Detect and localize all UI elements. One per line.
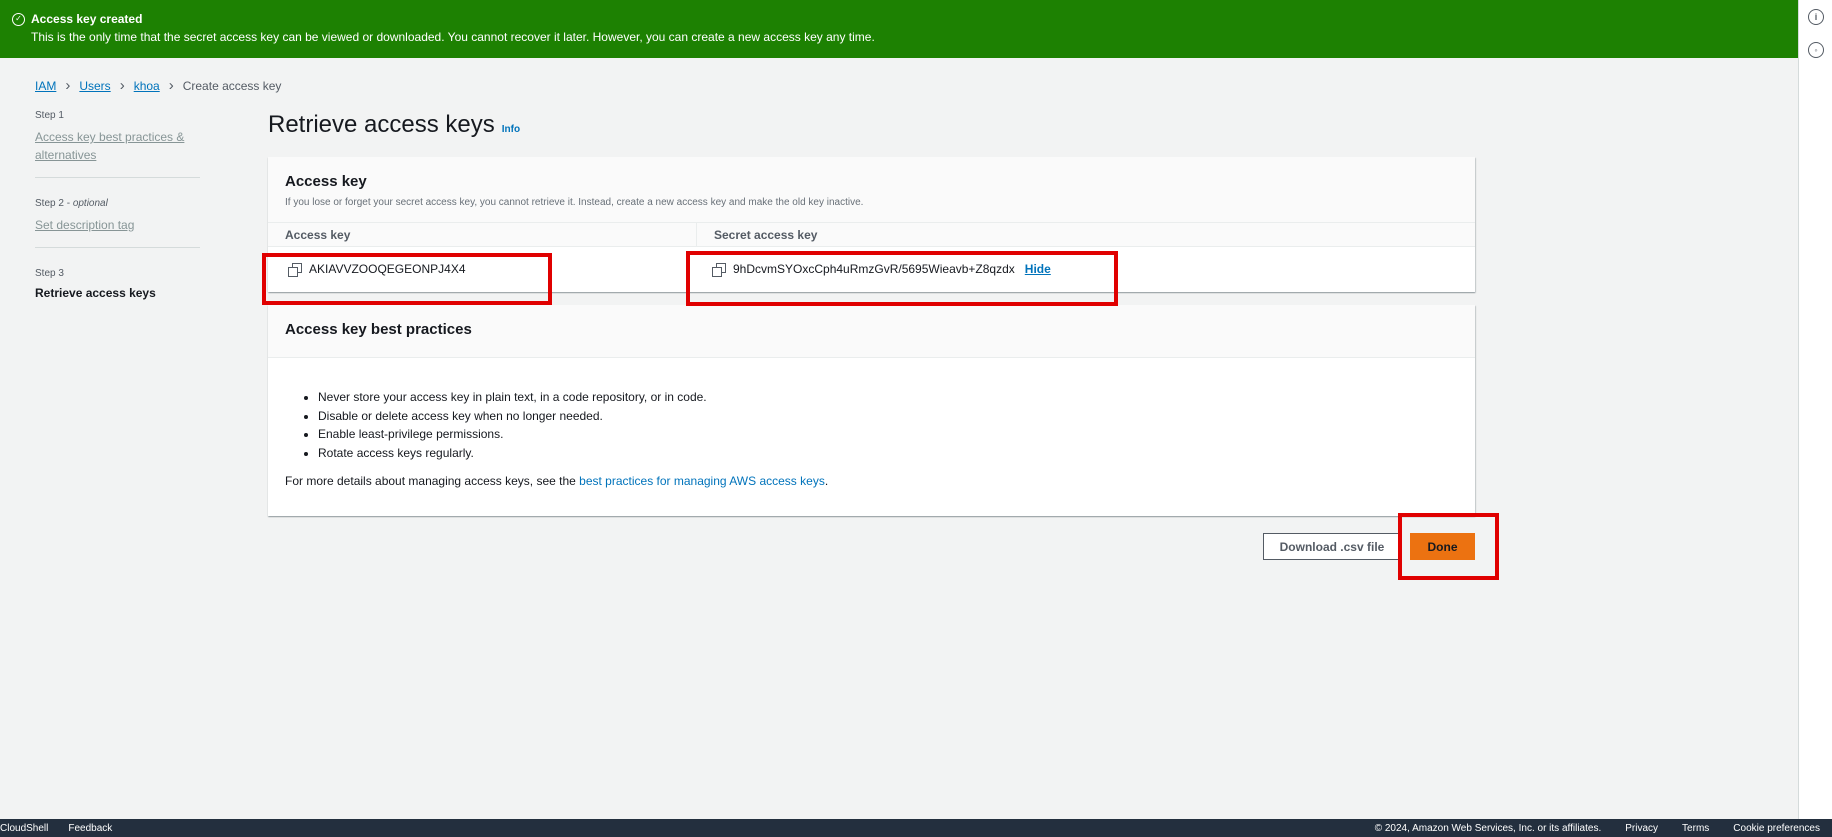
wizard-step-2: Step 2 - optional Set description tag [35, 198, 200, 248]
cookie-preferences-link[interactable]: Cookie preferences [1733, 823, 1820, 834]
wizard-step-1: Step 1 Access key best practices & alter… [35, 110, 200, 178]
step-number: Step 1 [35, 110, 64, 121]
key-table-header: Access key Secret access key [268, 223, 1475, 247]
highlight-access-key [262, 253, 552, 305]
chevron-right-icon: › [168, 77, 174, 94]
step-link-description-tag[interactable]: Set description tag [35, 216, 200, 234]
list-item: Never store your access key in plain tex… [318, 388, 1458, 407]
step-number: Step 3 [35, 268, 64, 279]
highlight-done-button [1398, 513, 1499, 580]
flash-title: Access key created [31, 12, 143, 26]
panel-header: Access key best practices [268, 305, 1475, 358]
wizard-step-3: Step 3 Retrieve access keys [35, 268, 200, 313]
page-title: Retrieve access keys Info [268, 111, 520, 139]
info-icon[interactable]: i [1808, 9, 1824, 25]
panel-description: If you lose or forget your secret access… [285, 197, 864, 208]
column-header-secret-key: Secret access key [714, 228, 818, 242]
breadcrumb-users[interactable]: Users [79, 79, 110, 93]
breadcrumb-user-khoa[interactable]: khoa [134, 79, 160, 93]
check-circle-icon: ✓ [12, 12, 25, 26]
step-optional-label: optional [72, 198, 108, 209]
list-item: Disable or delete access key when no lon… [318, 407, 1458, 426]
list-item: Enable least-privilege permissions. [318, 425, 1458, 444]
page-title-text: Retrieve access keys [268, 111, 495, 138]
footer-text: For more details about managing access k… [285, 474, 580, 488]
step-number: Step 2 - optional [35, 198, 108, 209]
best-practices-panel: Access key best practices Never store yo… [268, 305, 1475, 516]
column-header-access-key: Access key [268, 223, 697, 246]
breadcrumb: IAM › Users › khoa › Create access key [35, 77, 281, 94]
panel-title: Access key [285, 173, 367, 190]
feedback-link[interactable]: Feedback [68, 823, 112, 834]
best-practices-link[interactable]: best practices for managing AWS access k… [579, 474, 825, 488]
panel-title: Access key best practices [285, 321, 472, 338]
info-link[interactable]: Info [502, 124, 520, 135]
privacy-link[interactable]: Privacy [1625, 823, 1658, 834]
chevron-right-icon: › [119, 77, 125, 94]
step-link-best-practices[interactable]: Access key best practices & alternatives [35, 128, 200, 164]
settings-icon[interactable]: ◦ [1808, 42, 1824, 58]
chevron-right-icon: › [65, 77, 71, 94]
wizard-steps: Step 1 Access key best practices & alter… [35, 110, 200, 333]
best-practices-list: Never store your access key in plain tex… [285, 388, 1458, 462]
best-practices-footer: For more details about managing access k… [285, 474, 1458, 488]
highlight-secret-key [686, 251, 1118, 306]
footer-suffix: . [824, 474, 829, 488]
panel-body: Never store your access key in plain tex… [268, 358, 1475, 488]
breadcrumb-iam[interactable]: IAM [35, 79, 56, 93]
breadcrumb-current: Create access key [182, 78, 282, 93]
copyright-text: © 2024, Amazon Web Services, Inc. or its… [1374, 822, 1602, 834]
terms-link[interactable]: Terms [1682, 823, 1709, 834]
download-csv-button[interactable]: Download .csv file [1263, 533, 1401, 560]
list-item: Rotate access keys regularly. [318, 444, 1458, 463]
console-footer: CloudShell Feedback © 2024, Amazon Web S… [0, 819, 1832, 837]
step-current-retrieve: Retrieve access keys [35, 286, 156, 300]
panel-header: Access key If you lose or forget your se… [268, 157, 1475, 223]
flash-message: This is the only time that the secret ac… [31, 30, 875, 44]
utility-rail: i ◦ [1798, 0, 1832, 820]
success-flashbar: ✓ Access key created This is the only ti… [0, 0, 1798, 58]
cloudshell-link[interactable]: CloudShell [0, 823, 48, 834]
